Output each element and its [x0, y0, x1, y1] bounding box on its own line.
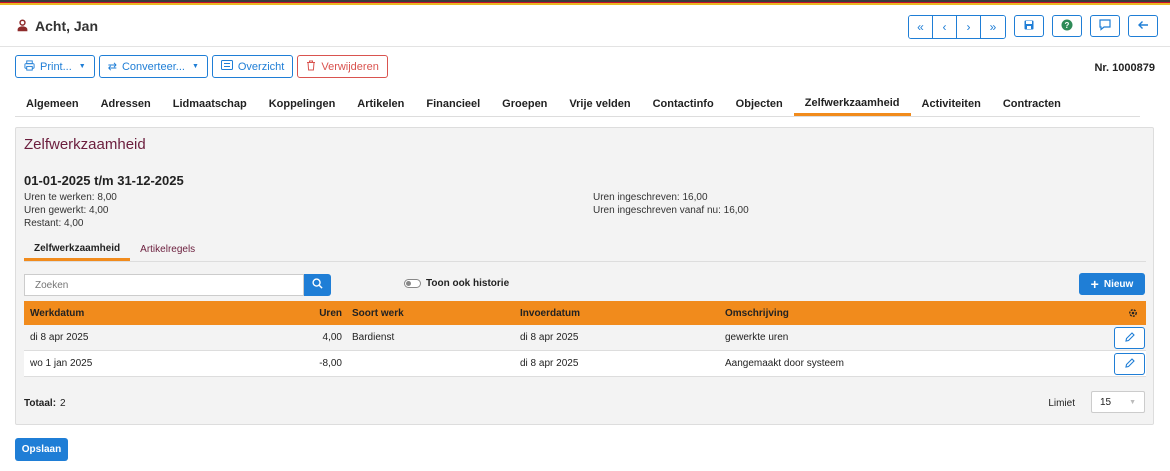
column-uren[interactable]: Uren: [254, 308, 344, 319]
column-soort-werk[interactable]: Soort werk: [344, 308, 520, 319]
last-record-button[interactable]: »: [981, 16, 1005, 38]
caret-down-icon: ▼: [78, 63, 86, 70]
search-button[interactable]: [304, 274, 331, 296]
user-icon: [16, 19, 29, 32]
column-werkdatum[interactable]: Werkdatum: [24, 308, 254, 319]
tab-adressen[interactable]: Adressen: [90, 92, 162, 116]
page-title: Acht, Jan: [16, 18, 98, 34]
tab-koppelingen[interactable]: Koppelingen: [258, 92, 347, 116]
subtab-artikelregels[interactable]: Artikelregels: [130, 238, 205, 261]
save-icon: [1024, 19, 1034, 33]
panel-title: Zelfwerkzaamheid: [24, 136, 146, 153]
tab-vrije-velden[interactable]: Vrije velden: [558, 92, 641, 116]
tab-artikelen[interactable]: Artikelen: [346, 92, 415, 116]
comment-icon: [1099, 18, 1111, 34]
svg-text:?: ?: [1065, 21, 1070, 30]
tab-algemeen[interactable]: Algemeen: [15, 92, 90, 116]
print-icon: [24, 59, 35, 74]
overview-button[interactable]: Overzicht: [211, 55, 294, 78]
period-heading: 01-01-2025 t/m 31-12-2025: [24, 173, 184, 188]
first-icon: «: [917, 20, 924, 34]
history-toggle[interactable]: [404, 279, 421, 288]
pencil-icon: [1124, 331, 1135, 345]
tab-zelfwerkzaamheid[interactable]: Zelfwerkzaamheid: [793, 92, 911, 116]
tab-activiteiten[interactable]: Activiteiten: [911, 92, 992, 116]
hours-remaining: Restant: 4,00: [24, 218, 84, 229]
save-button[interactable]: Opslaan: [15, 438, 68, 461]
plus-icon: +: [1090, 276, 1099, 292]
record-navigation: « ‹ › »: [908, 15, 1006, 39]
last-icon: »: [989, 20, 997, 34]
convert-button[interactable]: ⇄ Converteer... ▼: [98, 55, 208, 78]
column-invoerdatum[interactable]: Invoerdatum: [520, 308, 725, 319]
new-button[interactable]: + Nieuw: [1079, 273, 1145, 295]
back-button[interactable]: [1128, 15, 1158, 37]
caret-down-icon: ▼: [1129, 398, 1136, 406]
tab-objecten[interactable]: Objecten: [725, 92, 794, 116]
search-input[interactable]: [24, 274, 304, 296]
pencil-icon: [1124, 357, 1135, 371]
hours-summary-right: Uren ingeschreven: 16,00 Uren ingeschrev…: [593, 191, 749, 217]
prev-icon: ‹: [942, 20, 947, 34]
edit-button[interactable]: [1114, 353, 1145, 375]
help-button[interactable]: ?: [1052, 15, 1082, 37]
tab-contactinfo[interactable]: Contactinfo: [642, 92, 725, 116]
work-table: Werkdatum Uren Soort werk Invoerdatum Om…: [24, 301, 1146, 377]
tab-financieel[interactable]: Financieel: [415, 92, 491, 116]
convert-icon: ⇄: [107, 61, 117, 73]
total-count: Totaal: 2: [24, 398, 66, 409]
edit-button[interactable]: [1114, 327, 1145, 349]
caret-down-icon: ▼: [191, 63, 199, 70]
table-row[interactable]: wo 1 jan 2025 -8,00 di 8 apr 2025 Aangem…: [24, 351, 1146, 377]
next-record-button[interactable]: ›: [957, 16, 981, 38]
column-omschrijving[interactable]: Omschrijving: [725, 308, 1146, 319]
limit-select[interactable]: 15 ▼: [1091, 391, 1145, 413]
main-tabs: Algemeen Adressen Lidmaatschap Koppeling…: [15, 92, 1140, 117]
action-toolbar: Print... ▼ ⇄ Converteer... ▼ Overzicht Ver…: [15, 55, 388, 78]
page-title-text: Acht, Jan: [35, 17, 99, 34]
table-header: Werkdatum Uren Soort werk Invoerdatum Om…: [24, 301, 1146, 325]
tab-groepen[interactable]: Groepen: [491, 92, 558, 116]
back-icon: [1137, 19, 1149, 34]
tab-contracten[interactable]: Contracten: [992, 92, 1072, 116]
next-icon: ›: [966, 20, 971, 34]
first-record-button[interactable]: «: [909, 16, 933, 38]
hours-summary-left: Uren te werken: 8,00 Uren gewerkt: 4,00 …: [24, 191, 117, 230]
zelfwerkzaamheid-panel: Zelfwerkzaamheid 01-01-2025 t/m 31-12-20…: [15, 127, 1154, 425]
comment-button[interactable]: [1090, 15, 1120, 37]
overview-icon: [220, 60, 233, 73]
save-top-button[interactable]: [1014, 15, 1044, 37]
history-toggle-label: Toon ook historie: [426, 278, 510, 289]
trash-icon: [306, 60, 316, 74]
hours-worked: Uren gewerkt: 4,00: [24, 205, 109, 216]
limit-label: Limiet: [1048, 398, 1075, 409]
table-row[interactable]: di 8 apr 2025 4,00 Bardienst di 8 apr 20…: [24, 325, 1146, 351]
hours-registered: Uren ingeschreven: 16,00: [593, 192, 708, 203]
gear-icon[interactable]: [1128, 308, 1138, 318]
subtab-zelfwerkzaamheid[interactable]: Zelfwerkzaamheid: [24, 238, 131, 261]
page-header: Acht, Jan « ‹ › » ?: [0, 5, 1170, 47]
search-icon: [312, 278, 323, 292]
previous-record-button[interactable]: ‹: [933, 16, 957, 38]
hours-to-work: Uren te werken: 8,00: [24, 192, 117, 203]
hours-registered-from-now: Uren ingeschreven vanaf nu: 16,00: [593, 205, 749, 216]
tab-lidmaatschap[interactable]: Lidmaatschap: [162, 92, 258, 116]
delete-button[interactable]: Verwijderen: [297, 55, 388, 78]
print-button[interactable]: Print... ▼: [15, 55, 95, 78]
sub-tabs: Zelfwerkzaamheid Artikelregels: [24, 238, 1146, 262]
record-number: Nr. 1000879: [1094, 62, 1155, 74]
help-icon: ?: [1061, 19, 1073, 34]
